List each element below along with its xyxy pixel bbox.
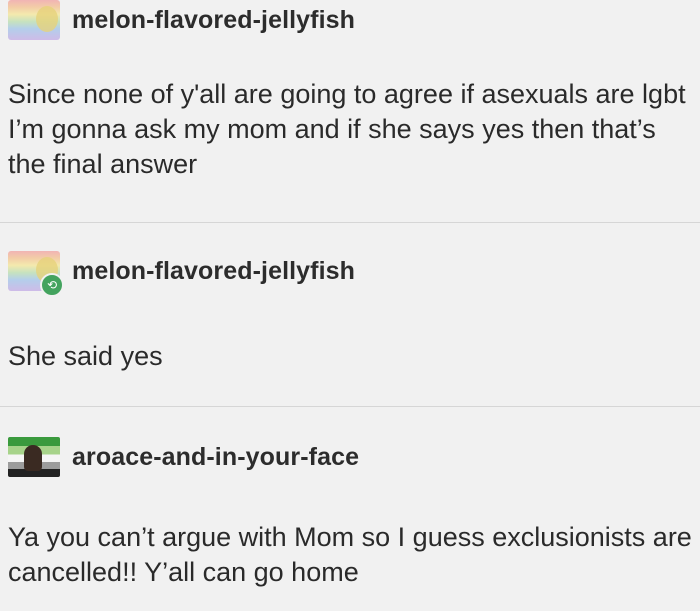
avatar[interactable]	[8, 437, 60, 477]
post-header: aroace-and-in-your-face	[8, 437, 359, 477]
post-text: Ya you can’t argue with Mom so I guess e…	[8, 522, 692, 587]
post-text: She said yes	[8, 341, 163, 371]
avatar[interactable]	[8, 0, 60, 40]
post-header: melon-flavored-jellyfish	[8, 0, 355, 40]
username-link[interactable]: melon-flavored-jellyfish	[72, 6, 355, 35]
post-original: melon-flavored-jellyfish Since none of y…	[0, 0, 700, 222]
post-reblog: ⟲ melon-flavored-jellyfish She said yes	[0, 223, 700, 406]
username-link[interactable]: aroace-and-in-your-face	[72, 443, 359, 472]
avatar-person	[24, 445, 42, 471]
avatar-face	[36, 6, 58, 32]
post-text: Since none of y'all are going to agree i…	[8, 79, 686, 179]
avatar[interactable]: ⟲	[8, 251, 64, 297]
username-link[interactable]: melon-flavored-jellyfish	[72, 257, 355, 286]
reblog-icon: ⟲	[40, 273, 64, 297]
post-reply: aroace-and-in-your-face Ya you can’t arg…	[0, 407, 700, 611]
post-header: ⟲ melon-flavored-jellyfish	[8, 251, 355, 297]
